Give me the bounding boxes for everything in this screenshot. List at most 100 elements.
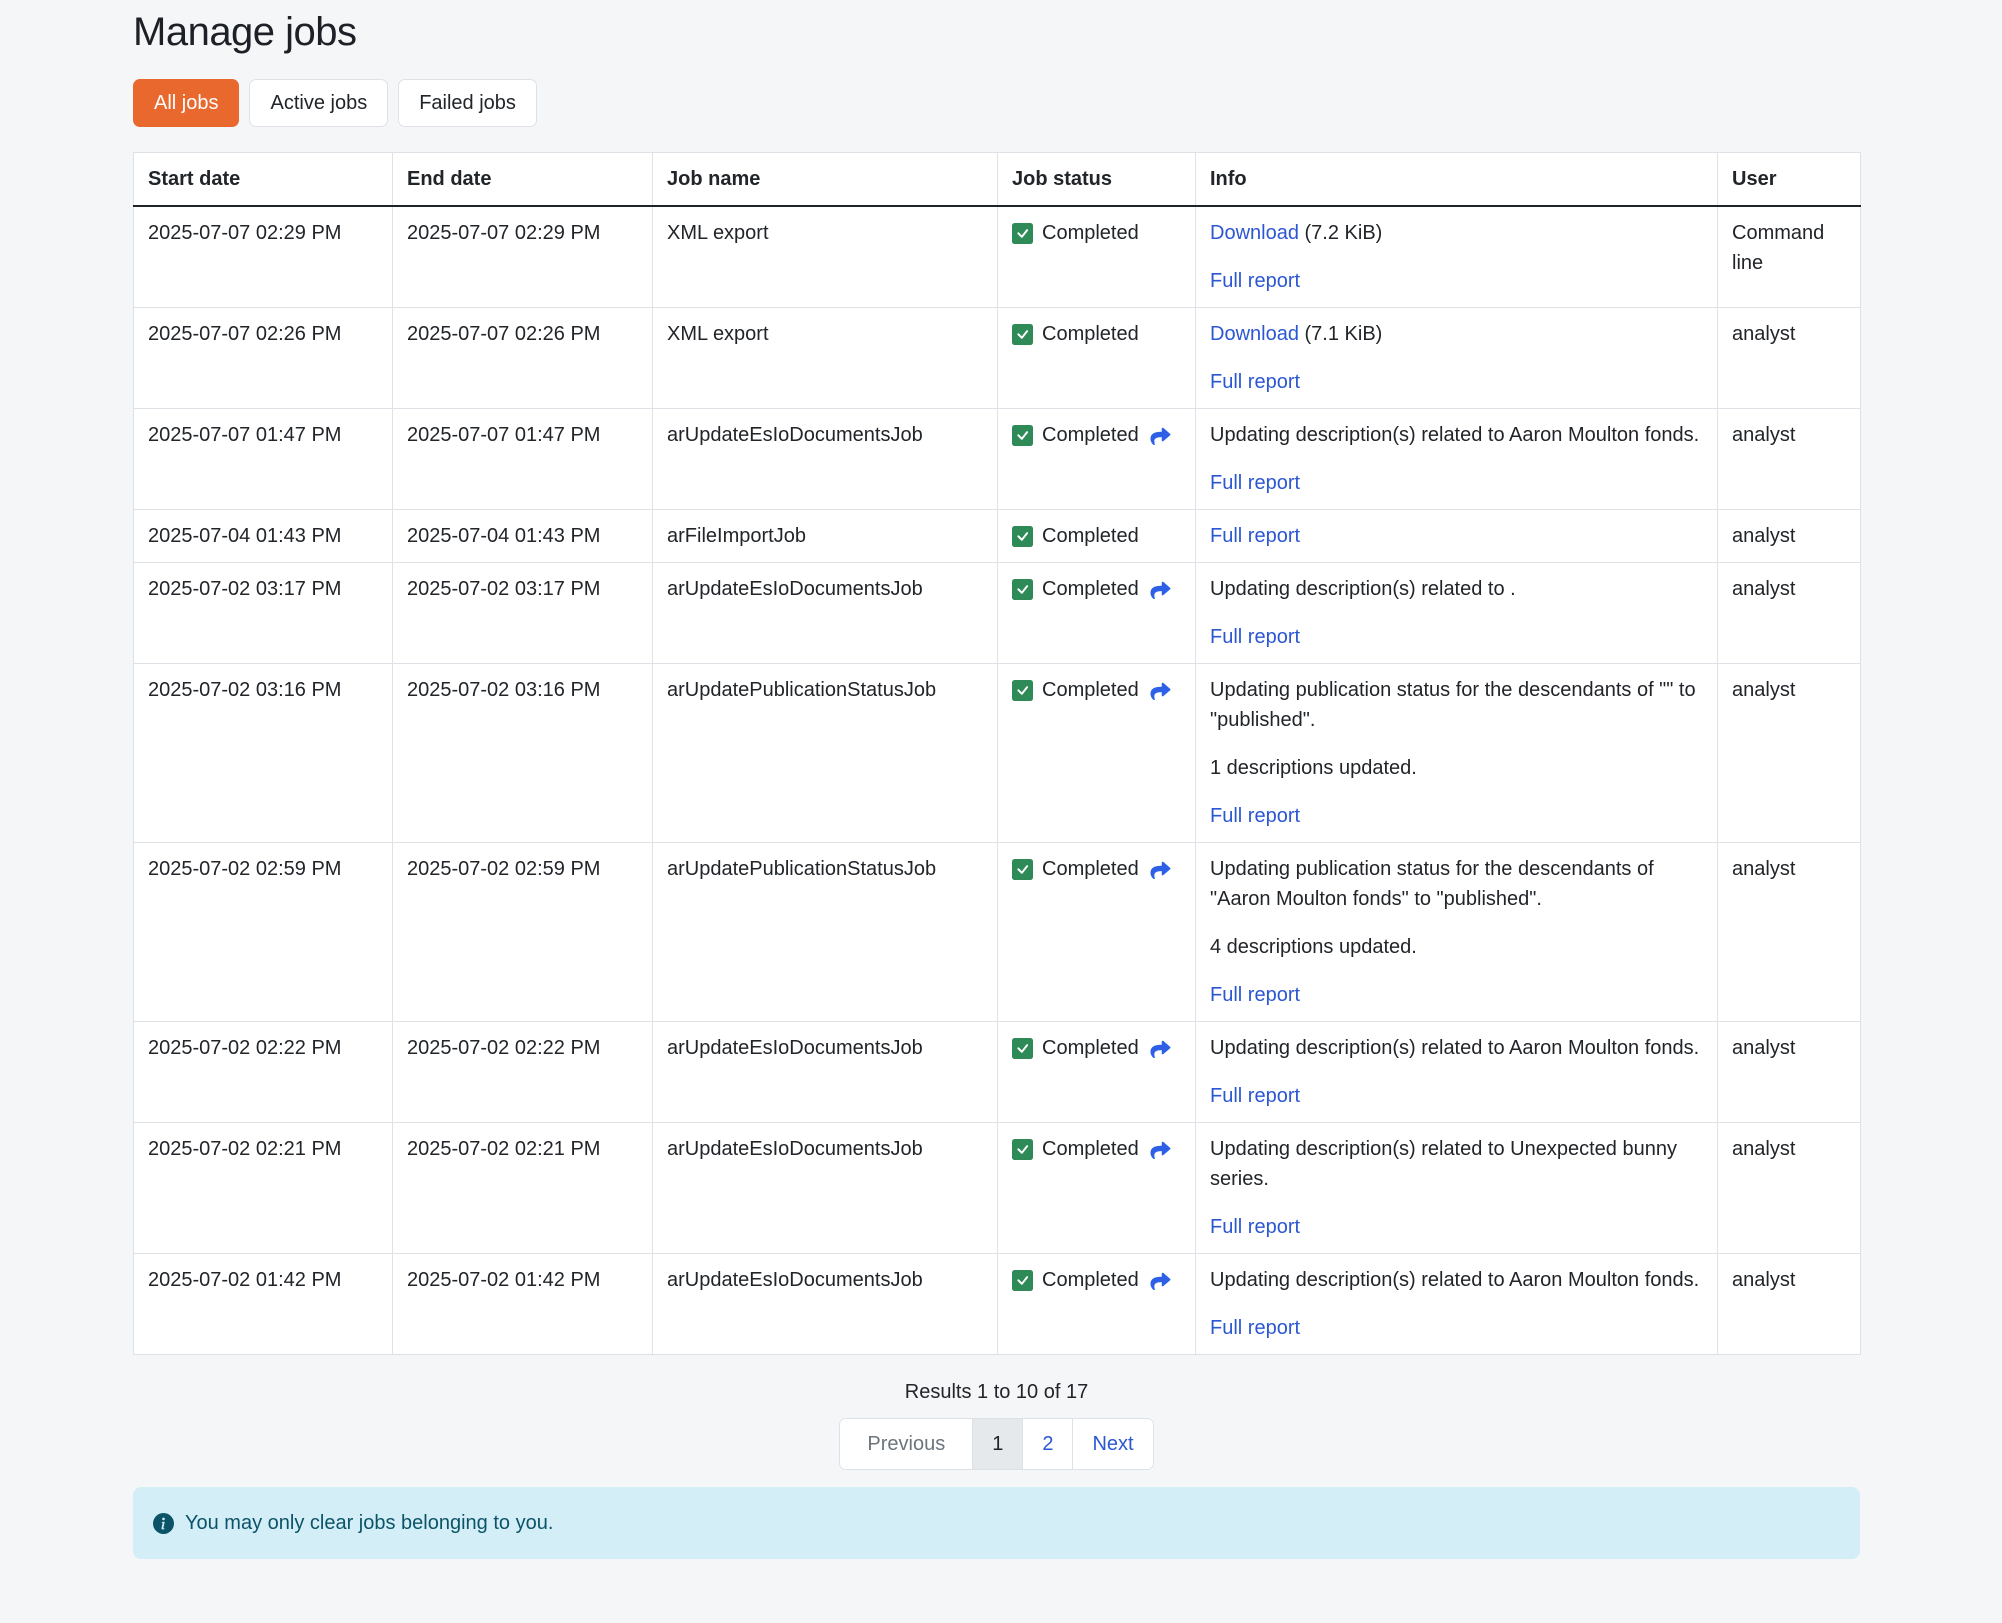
table-row: 2025-07-02 02:21 PM 2025-07-02 02:21 PM … <box>134 1123 1861 1254</box>
tab-failed-jobs[interactable]: Failed jobs <box>398 79 537 127</box>
info-cell: Updating description(s) related to Unexp… <box>1196 1123 1718 1254</box>
start-date-cell: 2025-07-02 02:22 PM <box>134 1022 393 1123</box>
download-link[interactable]: Download <box>1210 323 1299 345</box>
job-status-cell: Completed <box>998 1123 1196 1254</box>
user-cell: Command line <box>1718 206 1861 308</box>
start-date-cell: 2025-07-04 01:43 PM <box>134 510 393 563</box>
column-header-job-status: Job status <box>998 153 1196 207</box>
pagination-previous[interactable]: Previous <box>840 1419 972 1469</box>
share-arrow-icon[interactable] <box>1148 1139 1173 1159</box>
full-report-link[interactable]: Full report <box>1210 1085 1300 1107</box>
notice-banner: You may only clear jobs belonging to you… <box>133 1487 1860 1559</box>
job-status-cell: Completed <box>998 206 1196 308</box>
end-date-cell: 2025-07-04 01:43 PM <box>393 510 653 563</box>
user-cell: analyst <box>1718 843 1861 1022</box>
column-header-end-date: End date <box>393 153 653 207</box>
info-cell: Download (7.1 KiB) Full report <box>1196 308 1718 409</box>
info-text: Updating description(s) related to Aaron… <box>1210 1269 1699 1291</box>
end-date-cell: 2025-07-07 02:29 PM <box>393 206 653 308</box>
download-link[interactable]: Download <box>1210 222 1299 244</box>
check-square-icon <box>1012 324 1033 345</box>
check-square-icon <box>1012 1038 1033 1059</box>
status-label: Completed <box>1042 574 1139 604</box>
full-report-link[interactable]: Full report <box>1210 805 1300 827</box>
full-report-link[interactable]: Full report <box>1210 270 1300 292</box>
share-arrow-icon[interactable] <box>1148 1038 1173 1058</box>
full-report-link[interactable]: Full report <box>1210 984 1300 1006</box>
share-arrow-icon[interactable] <box>1148 859 1173 879</box>
status-label: Completed <box>1042 854 1139 884</box>
check-square-icon <box>1012 859 1033 880</box>
check-square-icon <box>1012 1139 1033 1160</box>
job-name-cell: arUpdateEsIoDocumentsJob <box>653 1254 998 1355</box>
status-label: Completed <box>1042 1033 1139 1063</box>
page-title: Manage jobs <box>133 10 1860 55</box>
start-date-cell: 2025-07-02 03:17 PM <box>134 563 393 664</box>
info-cell: Updating publication status for the desc… <box>1196 664 1718 843</box>
full-report-link[interactable]: Full report <box>1210 1317 1300 1339</box>
job-status-cell: Completed <box>998 1022 1196 1123</box>
job-status-cell: Completed <box>998 308 1196 409</box>
table-header-row: Start date End date Job name Job status … <box>134 153 1861 207</box>
jobs-table: Start date End date Job name Job status … <box>133 152 1861 1355</box>
job-name-cell: arUpdateEsIoDocumentsJob <box>653 1123 998 1254</box>
end-date-cell: 2025-07-02 03:17 PM <box>393 563 653 664</box>
full-report-link[interactable]: Full report <box>1210 626 1300 648</box>
check-square-icon <box>1012 223 1033 244</box>
pagination-page-1[interactable]: 1 <box>972 1419 1022 1469</box>
info-text: (7.1 KiB) <box>1299 323 1382 345</box>
tab-all-jobs[interactable]: All jobs <box>133 79 239 127</box>
manage-jobs-page: Manage jobs All jobs Active jobs Failed … <box>133 0 1860 1559</box>
start-date-cell: 2025-07-02 02:59 PM <box>134 843 393 1022</box>
table-row: 2025-07-07 02:29 PM 2025-07-07 02:29 PM … <box>134 206 1861 308</box>
share-arrow-icon[interactable] <box>1148 1270 1173 1290</box>
job-name-cell: arUpdatePublicationStatusJob <box>653 664 998 843</box>
pagination-page-2[interactable]: 2 <box>1022 1419 1072 1469</box>
full-report-link[interactable]: Full report <box>1210 525 1300 547</box>
start-date-cell: 2025-07-07 02:26 PM <box>134 308 393 409</box>
column-header-info: Info <box>1196 153 1718 207</box>
status-label: Completed <box>1042 521 1139 551</box>
status-label: Completed <box>1042 1134 1139 1164</box>
end-date-cell: 2025-07-02 01:42 PM <box>393 1254 653 1355</box>
job-filter-tabs: All jobs Active jobs Failed jobs <box>133 79 1860 127</box>
check-square-icon <box>1012 425 1033 446</box>
job-name-cell: arUpdateEsIoDocumentsJob <box>653 563 998 664</box>
table-row: 2025-07-04 01:43 PM 2025-07-04 01:43 PM … <box>134 510 1861 563</box>
status-label: Completed <box>1042 420 1139 450</box>
start-date-cell: 2025-07-02 01:42 PM <box>134 1254 393 1355</box>
table-row: 2025-07-02 02:22 PM 2025-07-02 02:22 PM … <box>134 1022 1861 1123</box>
user-cell: analyst <box>1718 1123 1861 1254</box>
info-cell: Updating description(s) related to .Full… <box>1196 563 1718 664</box>
status-label: Completed <box>1042 1265 1139 1295</box>
column-header-user: User <box>1718 153 1861 207</box>
pagination: Previous 1 2 Next <box>839 1418 1153 1470</box>
job-name-cell: XML export <box>653 308 998 409</box>
full-report-link[interactable]: Full report <box>1210 1216 1300 1238</box>
share-arrow-icon[interactable] <box>1148 680 1173 700</box>
column-header-job-name: Job name <box>653 153 998 207</box>
share-arrow-icon[interactable] <box>1148 425 1173 445</box>
job-status-cell: Completed <box>998 664 1196 843</box>
table-row: 2025-07-02 01:42 PM 2025-07-02 01:42 PM … <box>134 1254 1861 1355</box>
user-cell: analyst <box>1718 510 1861 563</box>
info-cell: Updating description(s) related to Aaron… <box>1196 409 1718 510</box>
full-report-link[interactable]: Full report <box>1210 371 1300 393</box>
end-date-cell: 2025-07-02 02:21 PM <box>393 1123 653 1254</box>
table-row: 2025-07-07 01:47 PM 2025-07-07 01:47 PM … <box>134 409 1861 510</box>
job-status-cell: Completed <box>998 510 1196 563</box>
full-report-link[interactable]: Full report <box>1210 472 1300 494</box>
user-cell: analyst <box>1718 409 1861 510</box>
end-date-cell: 2025-07-07 02:26 PM <box>393 308 653 409</box>
table-row: 2025-07-02 02:59 PM 2025-07-02 02:59 PM … <box>134 843 1861 1022</box>
tab-active-jobs[interactable]: Active jobs <box>249 79 388 127</box>
job-status-cell: Completed <box>998 843 1196 1022</box>
job-name-cell: arUpdateEsIoDocumentsJob <box>653 409 998 510</box>
job-status-cell: Completed <box>998 563 1196 664</box>
job-status-cell: Completed <box>998 409 1196 510</box>
table-row: 2025-07-02 03:17 PM 2025-07-02 03:17 PM … <box>134 563 1861 664</box>
info-cell: Updating description(s) related to Aaron… <box>1196 1022 1718 1123</box>
pagination-next[interactable]: Next <box>1072 1419 1152 1469</box>
share-arrow-icon[interactable] <box>1148 579 1173 599</box>
user-cell: analyst <box>1718 308 1861 409</box>
